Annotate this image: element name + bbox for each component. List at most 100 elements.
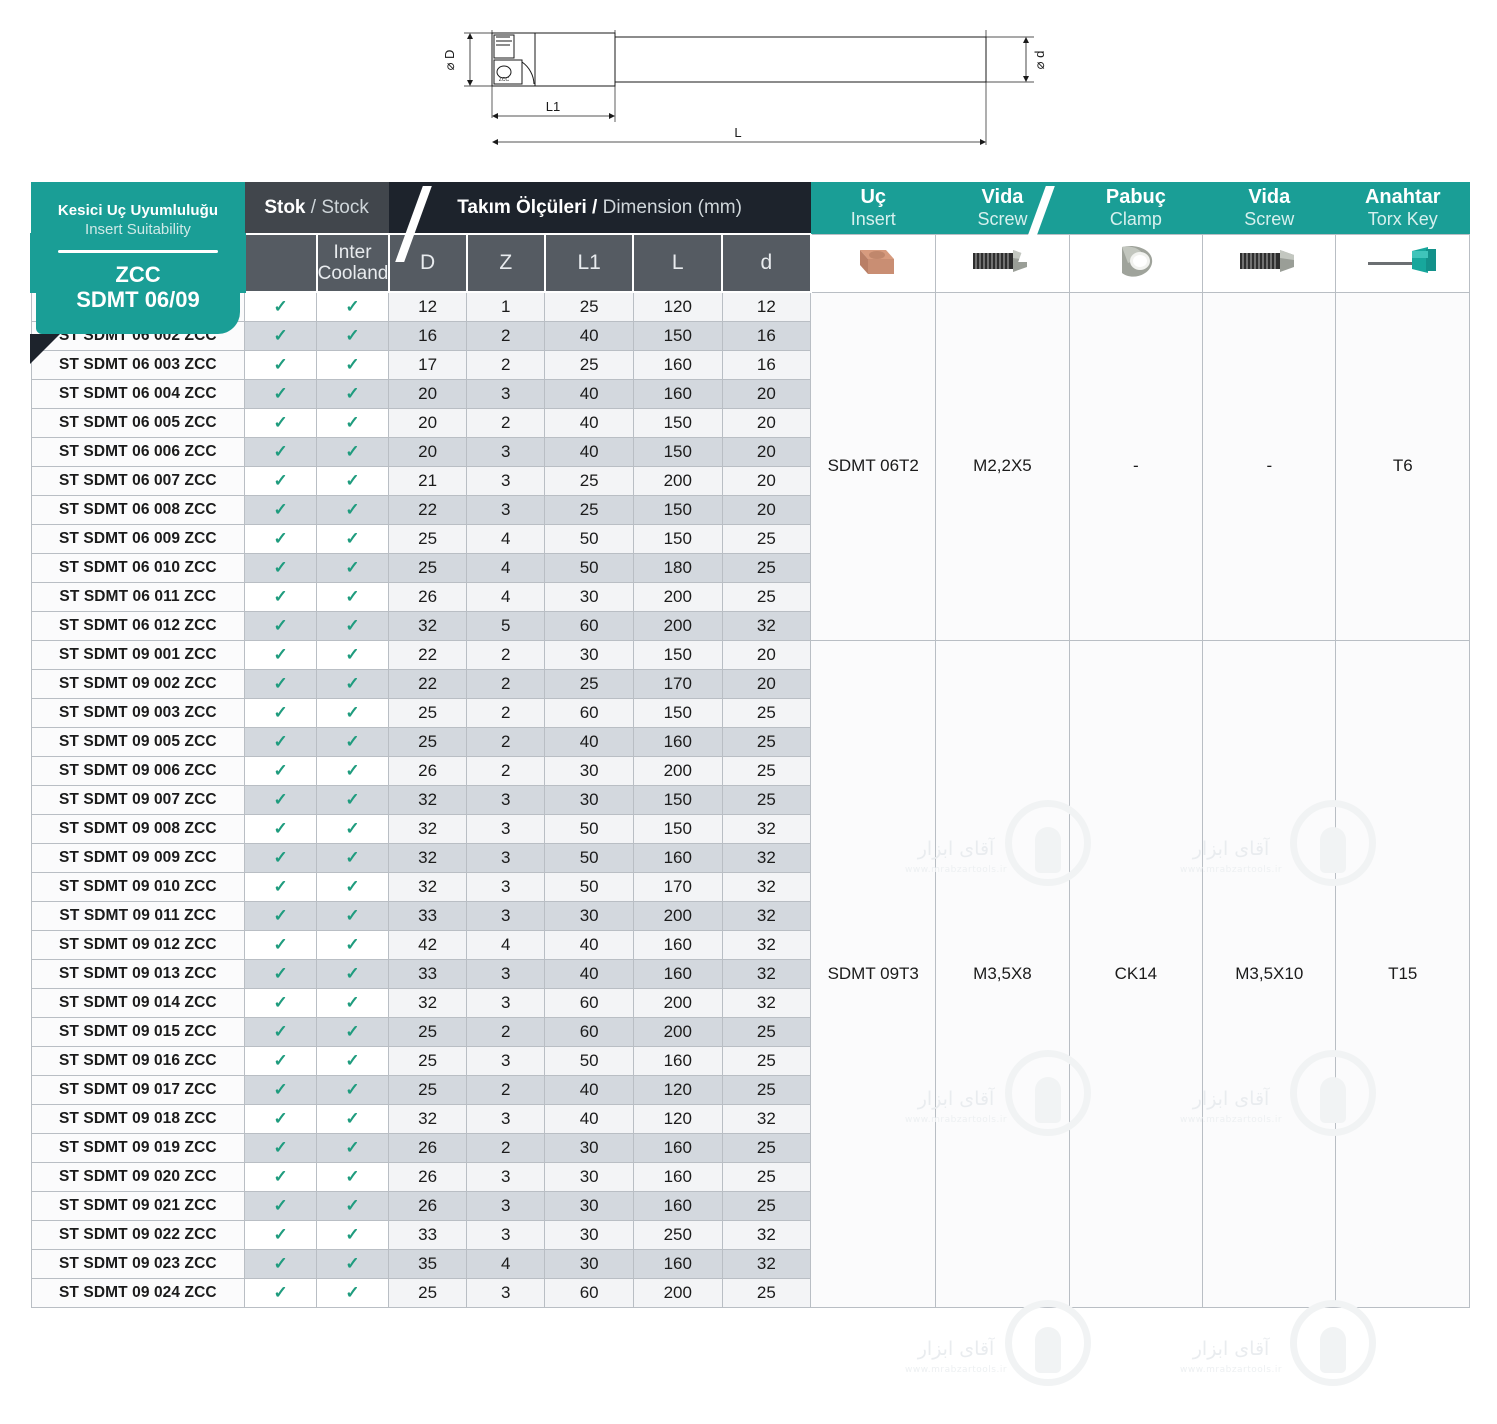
row-order-code: ST SDMT 09 001 ZCC [30,639,246,670]
dim-D: 26 [388,1190,468,1221]
check-icon: ✓ [345,731,360,751]
check-icon: ✓ [345,296,360,316]
dim-Z: 3 [466,842,546,873]
check-icon: ✓ [345,1224,360,1244]
dim-L1: 40 [544,1103,634,1134]
inter-coolant-check: ✓ [316,1103,390,1134]
dim-D: 33 [388,900,468,931]
dim-L1: 30 [544,1219,634,1250]
watermark-text: آقای ابزار www.mrabzartools.ir [1180,1338,1283,1375]
dim-Z: 2 [466,726,546,757]
inter-coolant-check: ✓ [316,1161,390,1192]
dim-L1: 25 [544,291,634,322]
check-icon: ✓ [273,412,288,432]
dim-d: 32 [721,813,812,844]
inter-coolant-check: ✓ [316,349,390,380]
check-icon: ✓ [345,876,360,896]
inter-coolant-check: ✓ [316,1190,390,1221]
check-icon: ✓ [273,470,288,490]
dim-L: 160 [632,842,723,873]
panel-family-brand: ZCC [115,262,161,287]
dim-Z: 4 [466,523,546,554]
panel-family-code: SDMT 06/09 [76,286,200,312]
check-icon: ✓ [273,847,288,867]
part-insert: SDMT 09T3 [810,639,937,1308]
dim-L1: 30 [544,1190,634,1221]
check-icon: ✓ [273,1195,288,1215]
dim-L1: 25 [544,494,634,525]
table-row[interactable]: ST SDMT 09 001 ZCC ✓ ✓ 22 2 30 150 20 SDMT 09T3 M… [30,639,1470,1308]
stock-check: ✓ [244,378,318,409]
check-icon: ✓ [273,1050,288,1070]
inter-coolant-check: ✓ [316,958,390,989]
dim-L: 200 [632,465,723,496]
table-row[interactable]: ST SDMT 06 001 ZCC✓✓1212512012SDMT 06T2M… [30,291,1470,641]
part-screw-1: M3,5X8 [935,639,1070,1308]
dim-L: 170 [632,668,723,699]
dim-L1: 30 [544,755,634,786]
inter-coolant-check: ✓ [316,697,390,728]
row-order-code: ST SDMT 06 008 ZCC [30,494,246,525]
check-icon: ✓ [273,325,288,345]
subheader-stock-inter-coolant: Inter Cooland [315,233,390,293]
check-icon: ✓ [345,615,360,635]
dim-Z: 3 [466,813,546,844]
check-icon: ✓ [273,702,288,722]
check-icon: ✓ [345,934,360,954]
header-group-clamp: Pabuç Clamp [1069,182,1203,234]
check-icon: ✓ [345,789,360,809]
stock-check: ✓ [244,610,318,641]
check-icon: ✓ [345,847,360,867]
check-icon: ✓ [345,702,360,722]
check-icon: ✓ [273,586,288,606]
check-icon: ✓ [345,963,360,983]
screw-icon [1202,233,1337,293]
dim-Z: 3 [466,378,546,409]
dim-L1: 40 [544,929,634,960]
stock-check: ✓ [244,1161,318,1192]
dim-d: 32 [721,958,812,989]
inter-coolant-check: ✓ [316,668,390,699]
dim-L1: 30 [544,900,634,931]
row-order-code: ST SDMT 09 015 ZCC [30,1016,246,1047]
dim-L1: 50 [544,842,634,873]
panel-title-tr: Kesici Uç Uyumluluğu [57,202,219,219]
inter-coolant-check: ✓ [316,639,390,670]
insert-icon [810,233,937,293]
stock-check: ✓ [244,958,318,989]
inter-coolant-check: ✓ [316,900,390,931]
dim-L: 200 [632,1016,723,1047]
inter-coolant-check: ✓ [316,494,390,525]
inter-coolant-check: ✓ [316,726,390,757]
inter-coolant-check: ✓ [316,871,390,902]
stock-check: ✓ [244,465,318,496]
dim-d: 32 [721,610,812,641]
dim-Z: 3 [466,465,546,496]
dim-d: 25 [721,697,812,728]
inter-coolant-check: ✓ [316,1248,390,1279]
stock-check: ✓ [244,1190,318,1221]
dim-L: 200 [632,1277,723,1308]
dim-L1: 30 [544,639,634,670]
row-order-code: ST SDMT 06 009 ZCC [30,523,246,554]
check-icon: ✓ [345,1021,360,1041]
dim-d: 32 [721,1103,812,1134]
dim-L: 150 [632,523,723,554]
table-body: ST SDMT 06 001 ZCC✓✓1212512012SDMT 06T2M… [30,291,1470,1308]
dim-L1: 50 [544,552,634,583]
part-screw-2: M3,5X10 [1202,639,1337,1308]
check-icon: ✓ [345,1108,360,1128]
dim-Z: 2 [466,668,546,699]
subheader-stock-plain [243,233,318,293]
header-stock: Stok / Stock [244,182,389,234]
check-icon: ✓ [345,441,360,461]
dim-D: 17 [388,349,468,380]
check-icon: ✓ [345,325,360,345]
watermark-logo [1005,1300,1091,1386]
dim-Z: 2 [466,1074,546,1105]
dim-d: 20 [721,436,812,467]
dim-Z: 5 [466,610,546,641]
dim-Z: 3 [466,1219,546,1250]
check-icon: ✓ [273,1108,288,1128]
dim-L: 160 [632,1190,723,1221]
